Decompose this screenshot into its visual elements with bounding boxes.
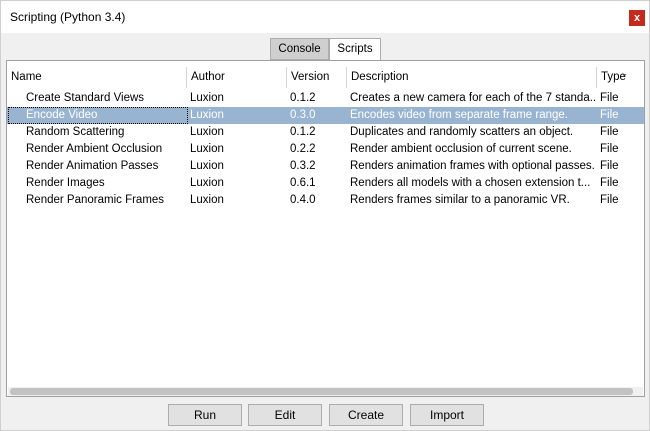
chevron-down-icon: ⌄ (620, 68, 628, 78)
horizontal-scrollbar[interactable] (8, 387, 643, 396)
cell-name: Render Panoramic Frames (26, 194, 165, 206)
cell-name: Render Ambient Occlusion (26, 143, 163, 155)
column-header-description[interactable]: Description (347, 67, 597, 88)
table-row[interactable]: Render Images Luxion 0.6.1 Renders all m… (7, 175, 644, 192)
cell-description: Renders animation frames with optional p… (350, 160, 595, 172)
scrollbar-thumb[interactable] (10, 388, 633, 395)
window-title: Scripting (Python 3.4) (10, 10, 126, 24)
cell-name: Render Animation Passes (26, 160, 159, 172)
cell-description: Render ambient occlusion of current scen… (350, 143, 572, 155)
cell-version: 0.6.1 (290, 177, 316, 189)
scripting-window: Scripting (Python 3.4) x Console Scripts… (0, 0, 650, 431)
column-header-author[interactable]: Author (187, 67, 287, 88)
table-row[interactable]: Create Standard Views Luxion 0.1.2 Creat… (7, 90, 644, 107)
cell-version: 0.1.2 (290, 92, 316, 104)
title-bar: Scripting (Python 3.4) x (1, 1, 649, 33)
cell-description: Renders all models with a chosen extensi… (350, 177, 591, 189)
table-row[interactable]: Render Panoramic Frames Luxion 0.4.0 Ren… (7, 192, 644, 209)
scripts-panel: Name Author Version Description Type ⌄ C… (6, 60, 645, 397)
cell-version: 0.1.2 (290, 126, 316, 138)
close-icon: x (633, 12, 641, 24)
column-header-name[interactable]: Name (7, 67, 187, 88)
cell-name: Encode Video (8, 107, 188, 124)
cell-author: Luxion (190, 92, 224, 104)
cell-description: Encodes video from separate frame range. (350, 109, 568, 121)
cell-name: Random Scattering (26, 126, 125, 138)
cell-version: 0.4.0 (290, 194, 316, 206)
cell-description: Creates a new camera for each of the 7 s… (350, 92, 596, 104)
table-row[interactable]: Render Ambient Occlusion Luxion 0.2.2 Re… (7, 141, 644, 158)
cell-author: Luxion (190, 126, 224, 138)
table-row[interactable]: Random Scattering Luxion 0.1.2 Duplicate… (7, 124, 644, 141)
column-header-type[interactable]: Type ⌄ (597, 67, 644, 88)
run-button[interactable]: Run (168, 404, 242, 426)
table-row[interactable]: Render Animation Passes Luxion 0.3.2 Ren… (7, 158, 644, 175)
action-buttons: Run Edit Create Import (1, 404, 650, 426)
cell-author: Luxion (190, 177, 224, 189)
cell-type: File (600, 92, 619, 104)
cell-type: File (600, 177, 619, 189)
cell-type: File (600, 194, 619, 206)
cell-name: Render Images (26, 177, 105, 189)
cell-author: Luxion (190, 160, 224, 172)
cell-version: 0.3.2 (290, 160, 316, 172)
tab-console[interactable]: Console (270, 38, 329, 60)
cell-type: File (600, 126, 619, 138)
cell-author: Luxion (190, 143, 224, 155)
tab-scripts[interactable]: Scripts (329, 38, 381, 61)
cell-version: 0.2.2 (290, 143, 316, 155)
close-button[interactable]: x (629, 10, 645, 26)
table-row-selected[interactable]: Encode Video Luxion 0.3.0 Encodes video … (7, 107, 644, 124)
cell-author: Luxion (190, 194, 224, 206)
edit-button[interactable]: Edit (248, 404, 322, 426)
cell-name: Create Standard Views (26, 92, 145, 104)
cell-type: File (600, 143, 619, 155)
cell-description: Renders frames similar to a panoramic VR… (350, 194, 570, 206)
cell-type: File (600, 109, 619, 121)
cell-description: Duplicates and randomly scatters an obje… (350, 126, 574, 138)
table-header: Name Author Version Description Type ⌄ (7, 67, 644, 88)
cell-author: Luxion (190, 109, 224, 121)
cell-type: File (600, 160, 619, 172)
create-button[interactable]: Create (329, 404, 403, 426)
column-header-version[interactable]: Version (287, 67, 347, 88)
cell-version: 0.3.0 (290, 109, 316, 121)
import-button[interactable]: Import (410, 404, 484, 426)
